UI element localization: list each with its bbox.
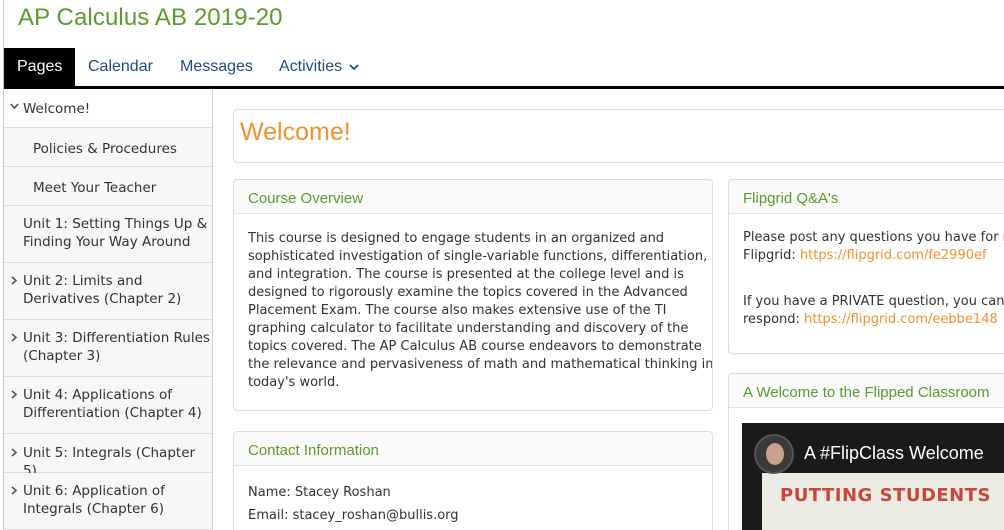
sidebar-item-label: Policies & Procedures bbox=[33, 141, 177, 157]
course-overview-panel: Course Overview This course is designed … bbox=[233, 179, 713, 411]
tab-calendar[interactable]: Calendar bbox=[88, 48, 153, 86]
sidebar-item-label: Unit 3: Differentiation Rules bbox=[23, 330, 210, 346]
video-frame-text: PUTTING STUDENTS bbox=[780, 485, 991, 506]
tab-pages[interactable]: Pages bbox=[4, 48, 76, 86]
main-tabs: Pages Calendar Messages Activities bbox=[4, 48, 1004, 86]
flipgrid-line: respond: https://flipgrid.com/eebbe148 bbox=[743, 311, 1004, 329]
sidebar-item-label: Unit 2: Limits and bbox=[23, 273, 143, 289]
flipgrid-text: Please post any questions you have for m… bbox=[729, 214, 1004, 329]
overview-line: topics covered. The AP Calculus AB cours… bbox=[248, 339, 702, 354]
chevron-right-icon bbox=[10, 273, 18, 291]
page-title: Welcome! bbox=[240, 118, 351, 146]
sidebar-item-label: Unit 1: Setting Things Up & bbox=[23, 216, 208, 232]
overview-line: designed to rigorously examine the topic… bbox=[248, 285, 688, 300]
sidebar-item-label: Differentiation (Chapter 4) bbox=[23, 405, 202, 421]
chevron-right-icon bbox=[10, 387, 18, 405]
video-title[interactable]: A #FlipClass Welcome bbox=[804, 443, 984, 464]
flipgrid-prefix: Flipgrid: bbox=[743, 248, 800, 263]
panel-heading: Flipgrid Q&A's bbox=[729, 180, 1004, 214]
sidebar-item-policies[interactable]: Policies & Procedures bbox=[4, 128, 212, 167]
flipgrid-line: If you have a PRIVATE question, you can … bbox=[743, 294, 1004, 309]
sidebar-item-unit-6[interactable]: Unit 6: Application of Integrals (Chapte… bbox=[4, 473, 212, 530]
course-title: AP Calculus AB 2019-20 bbox=[18, 4, 283, 31]
flipgrid-line: Flipgrid: https://flipgrid.com/fe2990ef bbox=[743, 247, 1004, 265]
sidebar-item-unit-1[interactable]: Unit 1: Setting Things Up & Finding Your… bbox=[4, 206, 212, 263]
sidebar: Welcome! Policies & Procedures Meet Your… bbox=[4, 89, 213, 530]
paragraph-spacer bbox=[743, 265, 1004, 293]
flipgrid-prefix: respond: bbox=[743, 312, 805, 327]
channel-avatar bbox=[754, 434, 794, 474]
sidebar-item-label: Welcome! bbox=[23, 101, 91, 117]
flipgrid-link-public[interactable]: https://flipgrid.com/fe2990ef bbox=[800, 248, 987, 263]
overview-line: sophisticated investigation of single-va… bbox=[248, 249, 708, 264]
panel-heading: Contact Information bbox=[234, 432, 712, 466]
flipgrid-line: Please post any questions you have for m bbox=[743, 230, 1004, 245]
chevron-right-icon bbox=[10, 445, 18, 463]
panel-heading: A Welcome to the Flipped Classroom bbox=[729, 374, 1004, 408]
tab-activities-label: Activities bbox=[279, 58, 343, 75]
overview-line: and integration. The course is presented… bbox=[248, 267, 684, 282]
welcome-video[interactable]: PUTTING STUDENTS A #FlipClass Welcome bbox=[742, 423, 1004, 530]
sidebar-item-label: Derivatives (Chapter 2) bbox=[23, 291, 182, 307]
tab-activities[interactable]: Activities bbox=[279, 48, 359, 86]
chevron-right-icon bbox=[10, 483, 18, 501]
sidebar-item-unit-3[interactable]: Unit 3: Differentiation Rules (Chapter 3… bbox=[4, 320, 212, 377]
overview-line: today's world. bbox=[248, 375, 340, 390]
overview-line: Placement Exam. The course also makes ex… bbox=[248, 303, 667, 318]
welcome-banner: Welcome! bbox=[233, 109, 1004, 163]
sidebar-item-label: Finding Your Way Around bbox=[23, 234, 191, 250]
chevron-down-icon bbox=[10, 98, 19, 116]
contact-text: Name: Stacey Roshan Email: stacey_roshan… bbox=[234, 466, 712, 527]
overview-line: graphing calculator to facilitate unders… bbox=[248, 321, 689, 336]
sidebar-item-unit-2[interactable]: Unit 2: Limits and Derivatives (Chapter … bbox=[4, 263, 212, 320]
sidebar-item-welcome[interactable]: Welcome! bbox=[4, 89, 212, 128]
sidebar-item-label: Meet Your Teacher bbox=[33, 180, 157, 196]
panel-heading: Course Overview bbox=[234, 180, 712, 214]
sidebar-item-unit-4[interactable]: Unit 4: Applications of Differentiation … bbox=[4, 377, 212, 434]
chevron-right-icon bbox=[10, 330, 18, 348]
contact-name: Name: Stacey Roshan bbox=[248, 485, 391, 500]
sidebar-item-unit-5[interactable]: Unit 5: Integrals (Chapter 5) bbox=[4, 434, 212, 479]
course-overview-text: This course is designed to engage studen… bbox=[234, 214, 712, 392]
contact-panel: Contact Information Name: Stacey Roshan … bbox=[233, 431, 713, 530]
sidebar-item-label: Unit 6: Application of bbox=[23, 483, 165, 499]
flipgrid-link-private[interactable]: https://flipgrid.com/eebbe148 bbox=[804, 312, 998, 327]
contact-email: Email: stacey_roshan@bullis.org bbox=[248, 508, 459, 523]
flipgrid-panel: Flipgrid Q&A's Please post any questions… bbox=[728, 179, 1004, 354]
chevron-down-icon bbox=[348, 64, 359, 71]
sidebar-item-meet-teacher[interactable]: Meet Your Teacher bbox=[4, 167, 212, 206]
overview-line: This course is designed to engage studen… bbox=[248, 231, 665, 246]
tab-messages[interactable]: Messages bbox=[180, 48, 253, 86]
overview-line: the relevance and pervasiveness of math … bbox=[248, 357, 713, 372]
sidebar-item-label: Unit 4: Applications of bbox=[23, 387, 172, 403]
sidebar-item-label: (Chapter 3) bbox=[23, 348, 101, 364]
sidebar-item-label: Integrals (Chapter 6) bbox=[23, 501, 164, 517]
